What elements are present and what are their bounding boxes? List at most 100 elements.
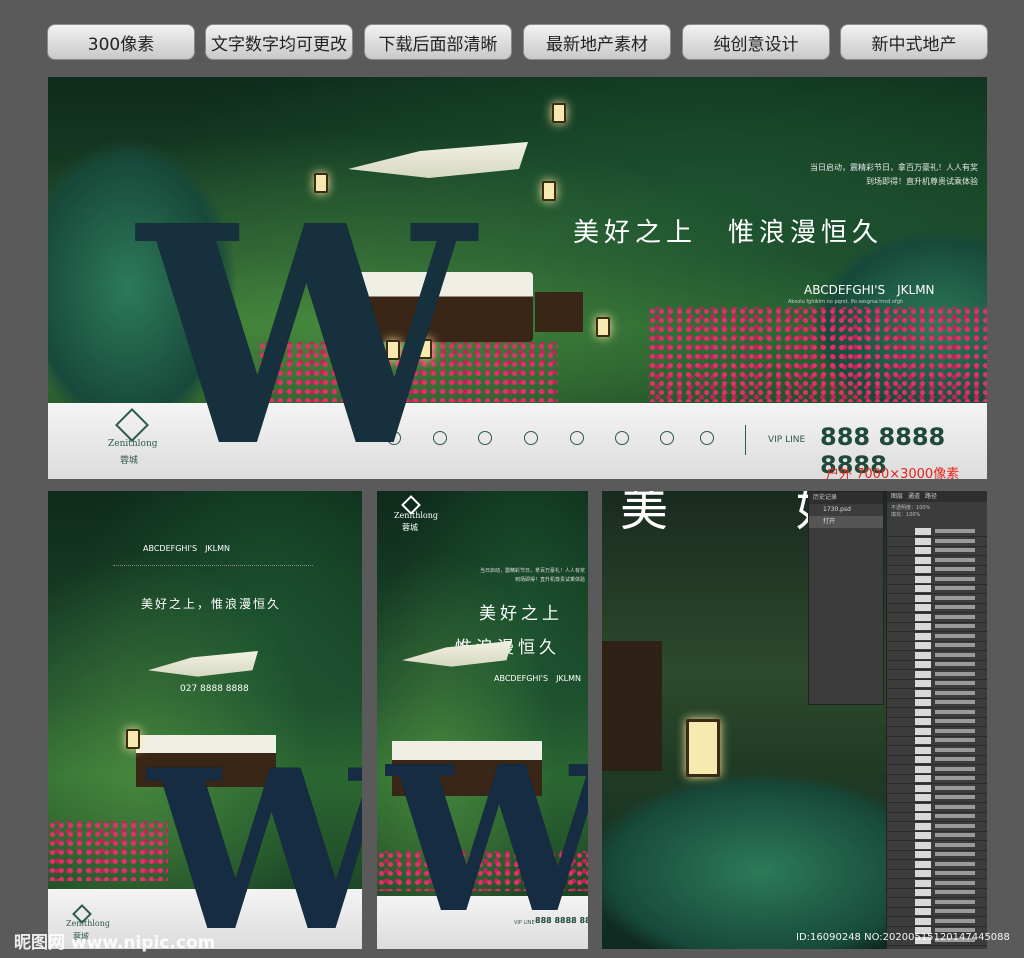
ps-layer-row[interactable]	[887, 803, 987, 813]
ps-history-open[interactable]: 打开	[809, 516, 883, 528]
ps-layer-row[interactable]	[887, 651, 987, 661]
layer-thumbnail	[915, 575, 931, 583]
layer-name-placeholder	[935, 548, 975, 552]
ps-layer-row[interactable]	[887, 793, 987, 803]
ps-layer-row[interactable]	[887, 556, 987, 566]
ps-layer-row[interactable]	[887, 860, 987, 870]
layer-name-placeholder	[935, 576, 975, 581]
ps-layers-tab[interactable]: 图层	[891, 491, 903, 502]
ps-fill-value[interactable]: 100%	[906, 512, 920, 518]
ps-layer-row[interactable]	[887, 603, 987, 613]
layer-thumbnail	[915, 889, 931, 896]
ps-layer-row[interactable]	[887, 698, 987, 708]
ps-layer-row[interactable]	[887, 575, 987, 585]
layer-name-placeholder	[935, 814, 975, 818]
size-note: 户外 7000×3000像素	[826, 467, 960, 479]
layer-thumbnail	[915, 737, 931, 744]
brand-name-cn: 蓉城	[120, 456, 139, 466]
layer-thumbnail	[915, 832, 931, 839]
layer-thumbnail	[915, 851, 931, 858]
ps-layer-row[interactable]	[887, 746, 987, 756]
ps-layer-row[interactable]	[887, 831, 987, 841]
ps-layer-row[interactable]	[887, 660, 987, 670]
ps-layer-row[interactable]	[887, 622, 987, 632]
ps-layer-row[interactable]	[887, 537, 987, 547]
brand-name-cn: 蓉城	[402, 523, 418, 532]
watermark-id: ID:16090248 NO:20200515120147445088	[796, 932, 1010, 943]
ps-history-tab[interactable]: 历史记录	[809, 492, 883, 504]
layer-name-placeholder	[935, 871, 975, 875]
ps-layer-row[interactable]	[887, 546, 987, 556]
ps-opacity-value[interactable]: 100%	[916, 505, 930, 511]
ps-layer-row[interactable]	[887, 898, 987, 908]
layer-thumbnail	[915, 718, 931, 725]
ps-opacity-label: 不透明度：	[891, 505, 917, 511]
layer-thumbnail	[915, 585, 931, 592]
lantern-icon	[126, 729, 140, 749]
ps-layer-row[interactable]	[887, 679, 987, 689]
ps-layer-row[interactable]	[887, 717, 987, 727]
watermark-site: 昵图网 www.nipic.com	[14, 933, 216, 953]
ps-layer-row[interactable]	[887, 594, 987, 604]
ps-layer-row[interactable]	[887, 727, 987, 737]
ps-layer-row[interactable]	[887, 584, 987, 594]
ps-layer-row[interactable]	[887, 689, 987, 699]
poster2-subline: 当日启动，震精彩节日，拿百万豪礼！人人有奖 到场即得！直升机尊贵试乘体验	[467, 567, 585, 585]
ps-layer-row[interactable]	[887, 822, 987, 832]
layer-thumbnail	[915, 746, 931, 754]
layer-thumbnail	[915, 661, 931, 668]
ps-layer-row[interactable]	[887, 708, 987, 718]
layer-thumbnail	[915, 556, 931, 564]
ps-layer-row[interactable]	[887, 670, 987, 680]
amenity-icon	[524, 431, 538, 445]
layer-name-placeholder	[935, 795, 975, 799]
layer-name-placeholder	[935, 842, 975, 847]
brand-name-en: Zenithlong	[394, 511, 439, 520]
lantern-icon	[686, 719, 720, 777]
ps-layer-row[interactable]	[887, 565, 987, 575]
nightstand	[535, 292, 583, 332]
banner-subline-2: 到场即得！直升机尊贵试乘体验	[866, 177, 978, 186]
layer-thumbnail	[915, 784, 931, 792]
layer-thumbnail	[915, 870, 931, 877]
ps-layer-row[interactable]	[887, 841, 987, 851]
ps-layer-row[interactable]	[887, 613, 987, 623]
ps-layer-row[interactable]	[887, 812, 987, 822]
ps-layer-row[interactable]	[887, 850, 987, 860]
ps-layer-row[interactable]	[887, 869, 987, 879]
layer-thumbnail	[915, 623, 931, 630]
tag-real-estate[interactable]: 最新地产素材	[523, 24, 671, 60]
ps-history-file[interactable]: 1730.psd	[809, 504, 883, 516]
ps-layer-row[interactable]	[887, 784, 987, 794]
ps-paths-tab[interactable]: 路径	[925, 491, 937, 502]
tag-editable-text[interactable]: 文字数字均可更改	[205, 24, 353, 60]
amenity-icon	[615, 431, 629, 445]
ps-layer-row[interactable]	[887, 774, 987, 784]
ps-layer-row[interactable]	[887, 641, 987, 651]
ps-layer-row[interactable]	[887, 755, 987, 765]
ps-layer-row[interactable]	[887, 632, 987, 642]
ps-layer-row[interactable]	[887, 736, 987, 746]
ps-layer-row[interactable]	[887, 879, 987, 889]
layer-thumbnail	[915, 879, 931, 887]
ps-layer-row[interactable]	[887, 888, 987, 898]
layer-name-placeholder	[935, 766, 975, 771]
tag-300dpi[interactable]: 300像素	[47, 24, 195, 60]
tag-creative-design[interactable]: 纯创意设计	[682, 24, 830, 60]
tag-new-chinese[interactable]: 新中式地产	[840, 24, 988, 60]
layer-name-placeholder	[935, 776, 975, 780]
layer-name-placeholder	[935, 709, 975, 714]
ps-layer-row[interactable]	[887, 907, 987, 917]
layer-name-placeholder	[935, 833, 975, 837]
tag-clear-after-download[interactable]: 下载后面部清晰	[364, 24, 512, 60]
ps-channels-tab[interactable]: 通道	[908, 491, 920, 502]
ps-layer-row[interactable]	[887, 765, 987, 775]
ps-history-panel: 历史记录 1730.psd 打开	[808, 491, 884, 705]
layer-name-placeholder	[935, 880, 975, 885]
big-w-letter: W	[148, 721, 362, 950]
ps-layer-row[interactable]	[887, 527, 987, 537]
layer-name-placeholder	[935, 728, 975, 733]
layer-name-placeholder	[935, 624, 975, 628]
layer-thumbnail	[915, 822, 931, 830]
ps-layer-row[interactable]	[887, 917, 987, 927]
